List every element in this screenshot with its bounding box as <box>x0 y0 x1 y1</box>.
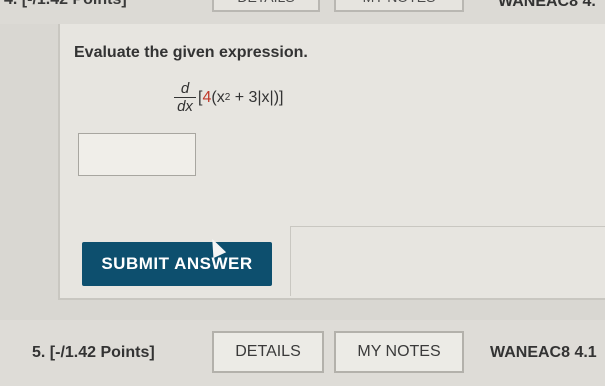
expression-inner: (x <box>211 88 225 106</box>
previous-points-label: 4. [-/1.42 Points] <box>4 0 127 9</box>
next-question-code: WANEAC8 4.1 <box>490 344 597 361</box>
derivative-numerator: d <box>180 80 190 97</box>
previous-details-button[interactable]: DETAILS <box>212 0 320 12</box>
next-details-button[interactable]: DETAILS <box>212 331 324 373</box>
next-my-notes-button[interactable]: MY NOTES <box>334 331 464 373</box>
derivative-denominator: dx <box>177 98 193 115</box>
next-points-label: 5. [-/1.42 Points] <box>32 344 155 361</box>
derivative-operator: d dx <box>174 80 196 115</box>
question-prompt: Evaluate the given expression. <box>74 44 308 61</box>
expression-coefficient: 4 <box>202 88 212 106</box>
previous-question-code: WANEAC8 4. <box>498 0 596 10</box>
panel-inner-frame <box>290 226 605 296</box>
previous-question-header: 4. [-/1.42 Points] DETAILS MY NOTES WANE… <box>0 0 605 24</box>
submit-answer-button[interactable]: SUBMIT ANSWER <box>82 242 272 286</box>
answer-input[interactable] <box>78 133 196 176</box>
math-expression: d dx [ 4 (x 2 + 3|x|)] <box>174 80 283 115</box>
expression-rest: + 3|x|)] <box>230 88 284 106</box>
previous-my-notes-button[interactable]: MY NOTES <box>334 0 464 12</box>
